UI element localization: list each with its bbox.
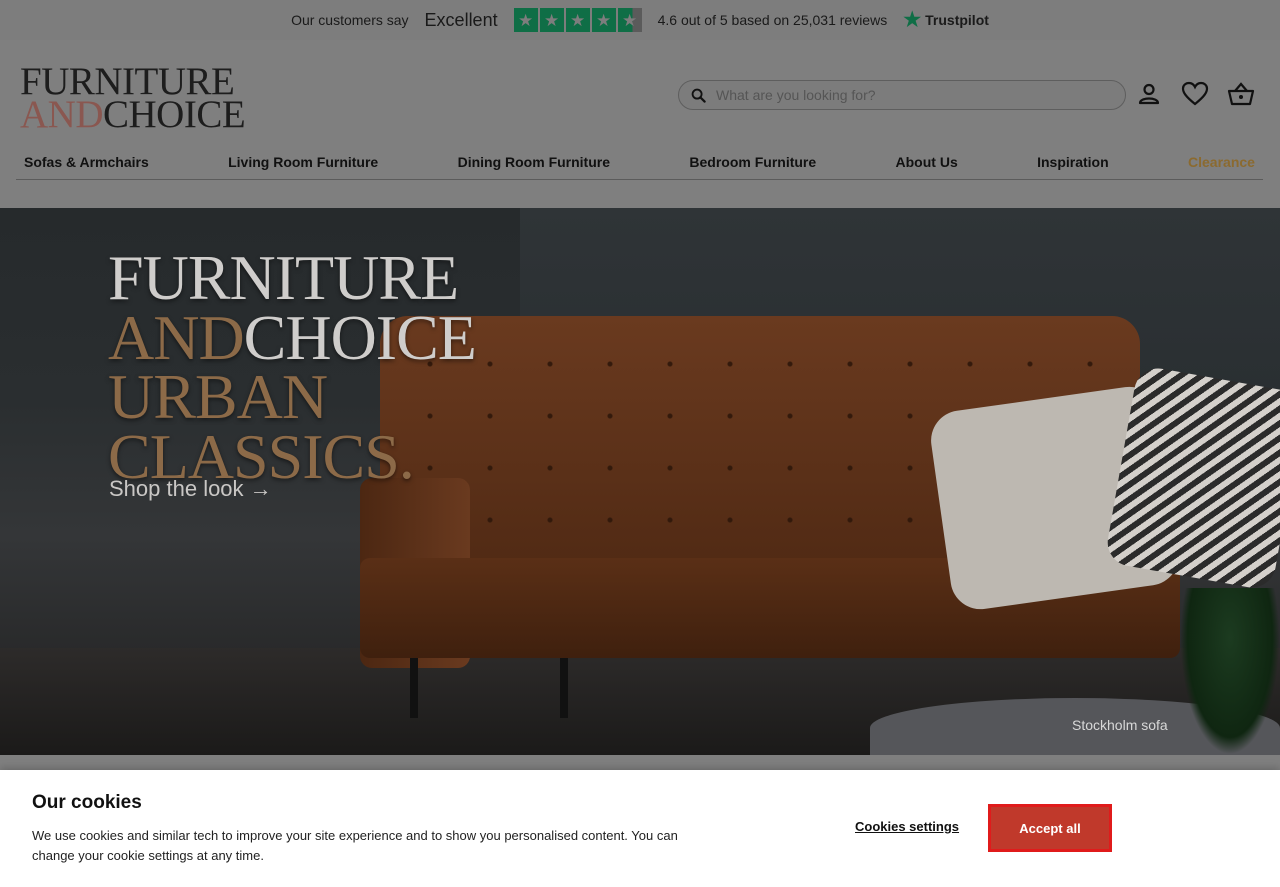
nav-item-inspiration[interactable]: Inspiration [1037,154,1109,170]
trustpilot-summary: 4.6 out of 5 based on 25,031 reviews [657,12,888,28]
trustpilot-brand-label: Trustpilot [925,12,989,28]
nav-item-clearance[interactable]: Clearance [1188,154,1255,170]
trustpilot-star-icon: ★ [903,9,922,31]
hero-plant [1180,588,1280,755]
half-star-icon: ★ [617,8,642,32]
hero-line-furniture: FURNITURE [108,242,459,313]
nav-item-dining-room[interactable]: Dining Room Furniture [458,154,610,170]
site-logo[interactable]: FURNITURE ANDCHOICE [20,62,270,134]
trustpilot-logo[interactable]: ★ Trustpilot [903,10,989,30]
logo-choice: CHOICE [103,93,246,136]
cookies-settings-button[interactable]: Cookies settings [855,819,959,834]
logo-and: AND [20,93,104,136]
site-header: FURNITURE ANDCHOICE Sofas & Armchairs Li… [0,40,1280,208]
cookie-banner: Our cookies We use cookies and similar t… [0,770,1280,887]
search-icon[interactable] [689,86,707,104]
main-nav: Sofas & Armchairs Living Room Furniture … [16,144,1263,180]
nav-item-about-us[interactable]: About Us [896,154,958,170]
hero-sofa-leg [410,658,418,718]
hero-product-caption: Stockholm sofa [1072,717,1168,733]
cookie-title: Our cookies [32,792,142,813]
trustpilot-intro: Our customers say [291,12,409,28]
star-icon: ★ [591,8,616,32]
trustpilot-bar[interactable]: Our customers say Excellent ★ ★ ★ ★ ★ 4.… [0,0,1280,40]
logo-line-andchoice: ANDCHOICE [20,95,270,134]
hero-sofa-leg [560,658,568,718]
cookie-description: We use cookies and similar tech to impro… [32,828,678,863]
nav-item-living-room[interactable]: Living Room Furniture [228,154,378,170]
trustpilot-stars: ★ ★ ★ ★ ★ [513,8,642,32]
basket-icon[interactable] [1226,78,1256,110]
search-bar[interactable] [678,80,1126,110]
star-icon: ★ [513,8,538,32]
search-input[interactable] [716,87,1096,103]
nav-item-sofas-armchairs[interactable]: Sofas & Armchairs [24,154,149,170]
star-icon: ★ [539,8,564,32]
nav-item-bedroom[interactable]: Bedroom Furniture [689,154,816,170]
trustpilot-rating-word: Excellent [424,9,498,30]
hero-dot: . [398,420,415,492]
hero-line-andchoice: ANDCHOICE [108,305,477,369]
hero-banner[interactable]: FURNITURE ANDCHOICE URBAN CLASSICS. Shop… [0,208,1280,755]
account-icon[interactable] [1134,78,1164,110]
wishlist-icon[interactable] [1180,78,1210,110]
hero-headline: FURNITURE ANDCHOICE URBAN CLASSICS. [108,242,477,488]
hero-line-urban: URBAN [108,361,328,433]
accept-all-cookies-button[interactable]: Accept all [988,804,1112,852]
shop-the-look-link[interactable]: Shop the look → [109,476,272,502]
star-icon: ★ [565,8,590,32]
